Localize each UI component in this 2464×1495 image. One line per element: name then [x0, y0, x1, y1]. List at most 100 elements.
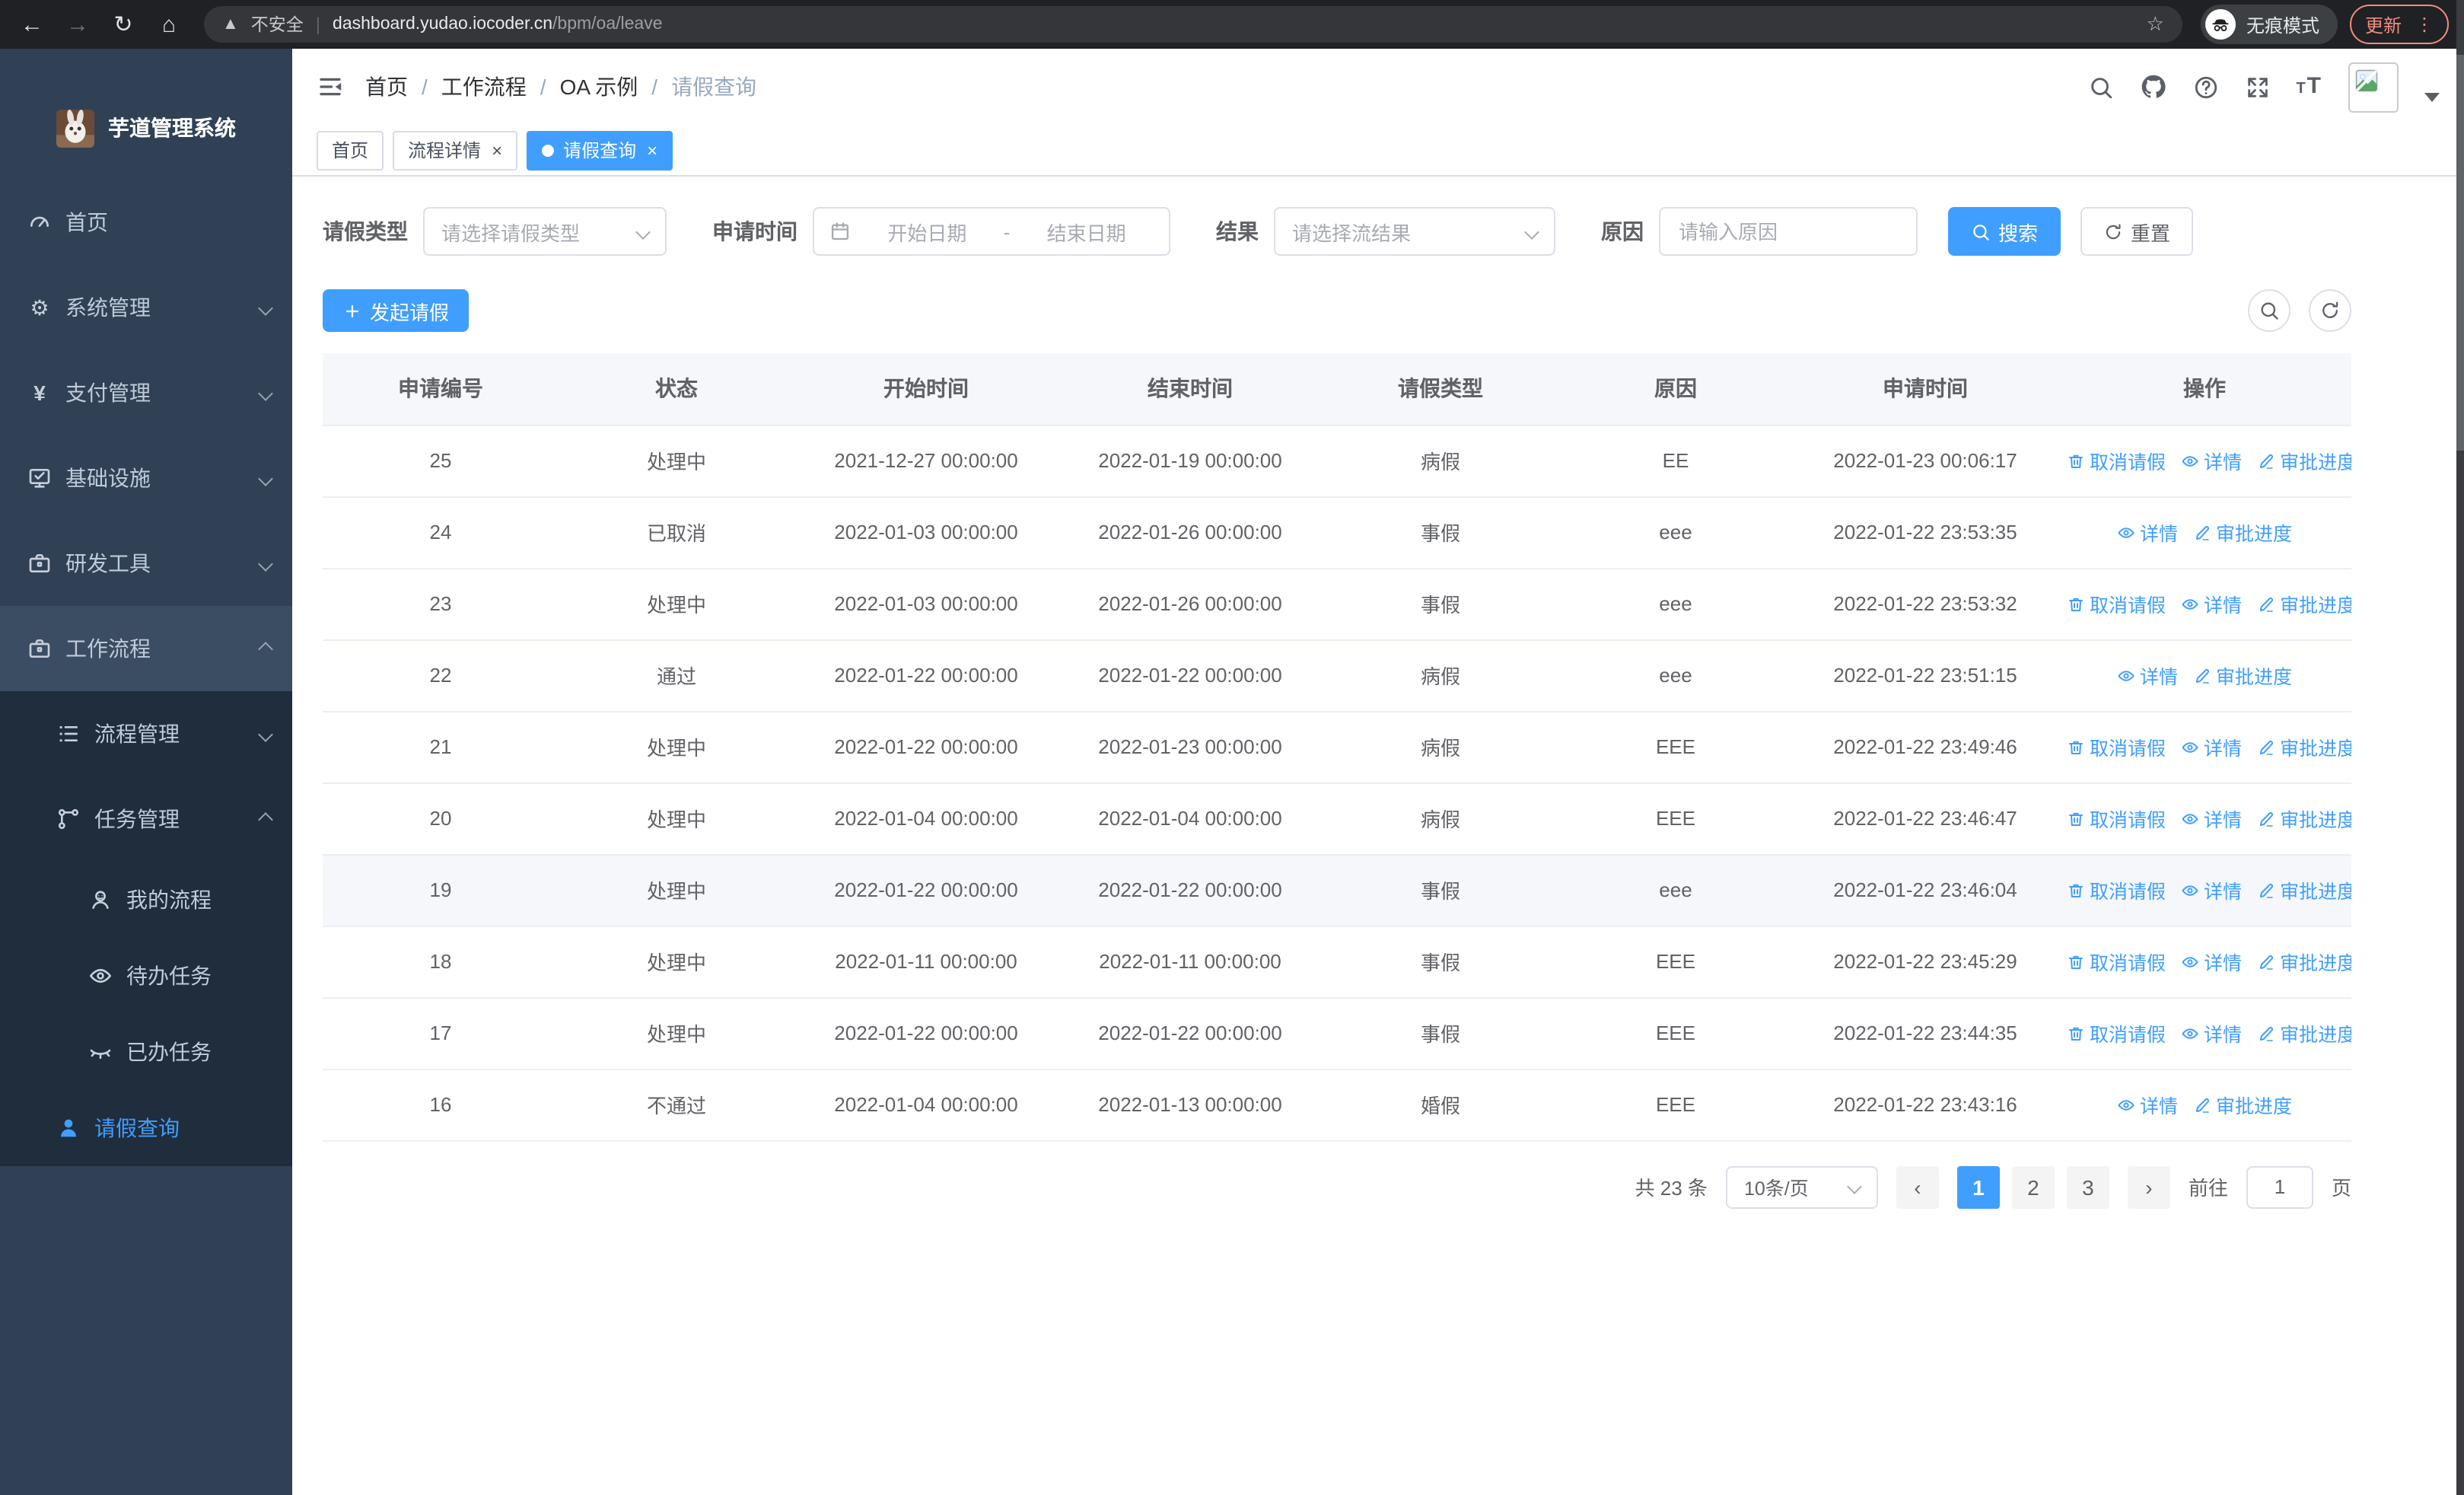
- tab-流程详情[interactable]: 流程详情 ×: [393, 130, 518, 170]
- fullscreen-icon[interactable]: [2244, 74, 2270, 100]
- scrollbar-thumb[interactable]: [2456, 55, 2464, 451]
- github-icon[interactable]: [2139, 73, 2166, 100]
- table-row: 17 处理中 2022-01-22 00:00:00 2022-01-22 00:00…: [323, 997, 2351, 1069]
- table-row: 16 不通过 2022-01-04 00:00:00 2022-01-13 00:00…: [323, 1069, 2351, 1141]
- detail-action-link[interactable]: 详情: [2181, 589, 2242, 618]
- progress-action-link[interactable]: 审批进度: [2257, 1018, 2351, 1047]
- detail-action-link[interactable]: 详情: [2181, 1018, 2242, 1047]
- reset-button[interactable]: 重置: [2080, 207, 2194, 256]
- apply-time-range-picker[interactable]: 开始日期 - 结束日期: [813, 207, 1170, 256]
- cancel-action-link[interactable]: 取消请假: [2067, 732, 2166, 761]
- reload-icon[interactable]: ↻: [107, 8, 140, 41]
- browser-menu-icon[interactable]: ⋮: [2415, 14, 2434, 35]
- cell-start: 2022-01-04 00:00:00: [794, 783, 1058, 855]
- chevron-down-icon: [635, 224, 651, 239]
- forward-icon[interactable]: →: [61, 8, 94, 41]
- tab-请假查询[interactable]: 请假查询 ×: [527, 130, 673, 170]
- caret-down-icon[interactable]: [2424, 93, 2440, 102]
- detail-action-link[interactable]: 详情: [2181, 446, 2242, 475]
- reason-input[interactable]: [1659, 207, 1918, 256]
- cancel-action-link[interactable]: 取消请假: [2067, 947, 2166, 976]
- detail-action-link[interactable]: 详情: [2117, 1090, 2178, 1119]
- progress-action-link[interactable]: 审批进度: [2257, 875, 2351, 904]
- refresh-table-button[interactable]: [2309, 289, 2351, 332]
- sidebar-item-home[interactable]: 首页: [0, 180, 292, 265]
- cell-reason: eee: [1558, 639, 1793, 712]
- progress-action-link[interactable]: 审批进度: [2257, 804, 2351, 833]
- progress-action-link[interactable]: 审批进度: [2193, 661, 2292, 690]
- cell-start: 2022-01-22 00:00:00: [794, 639, 1058, 712]
- page-1-button[interactable]: 1: [1956, 1165, 2000, 1208]
- cell-type: 婚假: [1323, 1069, 1558, 1141]
- table-header-row: 申请编号 状态 开始时间 结束时间 请假类型 原因 申请时间 操作: [323, 353, 2351, 426]
- detail-action-link[interactable]: 详情: [2117, 518, 2178, 547]
- sidebar-item-process-mgmt[interactable]: 流程管理: [0, 691, 292, 776]
- cancel-action-link[interactable]: 取消请假: [2067, 589, 2166, 618]
- chevron-down-icon: [1524, 224, 1539, 239]
- cancel-action-link[interactable]: 取消请假: [2067, 875, 2166, 904]
- close-icon[interactable]: ×: [647, 141, 657, 159]
- progress-action-link[interactable]: 审批进度: [2257, 732, 2351, 761]
- view-icon: [2117, 666, 2135, 684]
- page-jump-input[interactable]: [2246, 1165, 2313, 1208]
- tab-首页[interactable]: 首页: [317, 130, 384, 170]
- leave-type-label: 请假类型: [323, 219, 408, 244]
- cancel-action-link[interactable]: 取消请假: [2067, 804, 2166, 833]
- breadcrumb-item[interactable]: 工作流程: [441, 72, 527, 102]
- sidebar-item-payment[interactable]: ¥ 支付管理: [0, 350, 292, 435]
- sidebar-item-todo-task[interactable]: 待办任务: [0, 938, 292, 1014]
- bookmark-star-icon[interactable]: ☆: [2147, 12, 2164, 37]
- sidebar-collapse-icon[interactable]: [317, 73, 344, 100]
- sidebar-item-done-task[interactable]: 已办任务: [0, 1014, 292, 1090]
- sidebar-item-system[interactable]: ⚙ 系统管理: [0, 265, 292, 350]
- leave-type-select[interactable]: 请选择请假类型: [423, 207, 667, 256]
- create-leave-button[interactable]: 发起请假: [323, 289, 470, 332]
- sidebar-item-my-process[interactable]: 我的流程: [0, 862, 292, 938]
- next-page-button[interactable]: ›: [2127, 1165, 2170, 1208]
- view-icon: [2181, 451, 2199, 470]
- progress-action-link[interactable]: 审批进度: [2257, 947, 2351, 976]
- cell-actions: 详情 审批进度: [2058, 496, 2351, 569]
- pagination: 共 23 条 10条/页 ‹ 123 › 前往 页: [323, 1165, 2351, 1208]
- prev-page-button[interactable]: ‹: [1896, 1165, 1939, 1208]
- sidebar-item-task-mgmt[interactable]: 任务管理: [0, 776, 292, 862]
- update-button[interactable]: 更新 ⋮: [2349, 5, 2449, 44]
- sidebar-item-devtools[interactable]: 研发工具: [0, 521, 292, 606]
- search-toggle-button[interactable]: [2248, 289, 2291, 332]
- sidebar-item-infra[interactable]: 基础设施: [0, 435, 292, 521]
- cell-apply: 2022-01-22 23:49:46: [1793, 711, 2058, 783]
- progress-action-link[interactable]: 审批进度: [2257, 589, 2351, 618]
- font-size-icon[interactable]: TT: [2296, 73, 2322, 100]
- breadcrumb-item[interactable]: OA 示例: [560, 72, 638, 102]
- help-icon[interactable]: [2192, 74, 2218, 100]
- page-2-button[interactable]: 2: [2011, 1165, 2055, 1208]
- cancel-action-link[interactable]: 取消请假: [2067, 446, 2166, 475]
- progress-action-link[interactable]: 审批进度: [2193, 1090, 2292, 1119]
- cancel-action-link[interactable]: 取消请假: [2067, 1018, 2166, 1047]
- avatar[interactable]: [2348, 62, 2399, 112]
- detail-action-link[interactable]: 详情: [2181, 875, 2242, 904]
- detail-action-link[interactable]: 详情: [2181, 804, 2242, 833]
- incognito-icon: [2210, 14, 2231, 35]
- detail-action-link[interactable]: 详情: [2181, 732, 2242, 761]
- progress-action-link[interactable]: 审批进度: [2193, 518, 2292, 547]
- address-bar[interactable]: ▲ 不安全 | dashboard.yudao.iocoder.cn/bpm/o…: [204, 6, 2182, 43]
- sidebar-item-workflow[interactable]: 工作流程: [0, 606, 292, 691]
- result-select[interactable]: 请选择流结果: [1274, 207, 1555, 256]
- back-icon[interactable]: ←: [15, 8, 49, 41]
- page-size-select[interactable]: 10条/页: [1725, 1165, 1878, 1208]
- leave-table: 申请编号 状态 开始时间 结束时间 请假类型 原因 申请时间 操作 25 处理中 2021-12-2…: [323, 353, 2351, 1141]
- detail-action-link[interactable]: 详情: [2117, 661, 2178, 690]
- close-icon[interactable]: ×: [492, 141, 502, 159]
- sidebar-item-label: 支付管理: [65, 381, 151, 405]
- progress-action-link[interactable]: 审批进度: [2257, 446, 2351, 475]
- breadcrumb-separator: /: [540, 75, 546, 99]
- detail-action-link[interactable]: 详情: [2181, 947, 2242, 976]
- page-3-button[interactable]: 3: [2066, 1165, 2109, 1208]
- cell-reason: EEE: [1558, 1069, 1793, 1141]
- sidebar-item-leave-query[interactable]: 请假查询: [0, 1090, 292, 1166]
- search-icon[interactable]: [2087, 74, 2113, 100]
- search-button[interactable]: 搜索: [1948, 207, 2061, 256]
- breadcrumb-item[interactable]: 首页: [365, 72, 408, 102]
- home-icon[interactable]: ⌂: [152, 8, 186, 41]
